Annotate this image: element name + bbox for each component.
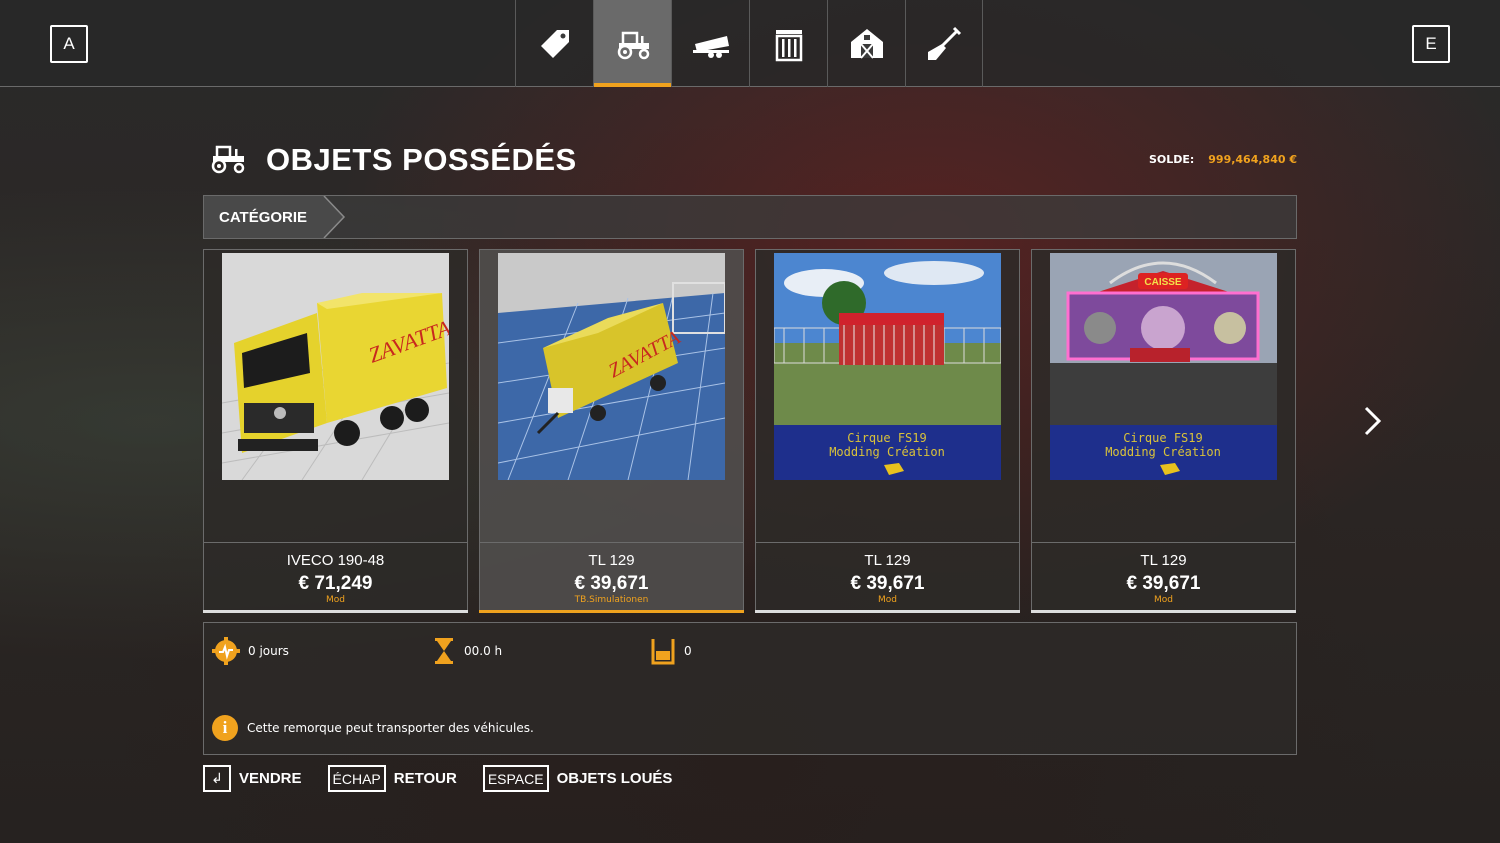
item-price: € 71,249 bbox=[298, 573, 373, 594]
age-stat: 0 jours bbox=[212, 637, 289, 665]
owned-items-list: ZAVATTA IVECO 190-48 € 71,249 Mod ZAVATT… bbox=[203, 249, 1296, 613]
back-label: RETOUR bbox=[393, 770, 457, 787]
shovel-icon bbox=[928, 26, 962, 60]
tab-vehicles[interactable] bbox=[593, 0, 671, 87]
next-page-key[interactable]: E bbox=[1412, 25, 1450, 63]
balance-value: 999,464,840 € bbox=[1208, 153, 1297, 166]
page-header: OBJETS POSSÉDÉS bbox=[208, 142, 577, 178]
item-price: € 39,671 bbox=[574, 573, 649, 594]
banner-line1: Cirque FS19 bbox=[847, 431, 926, 445]
trailer-icon bbox=[692, 35, 729, 58]
item-name: TL 129 bbox=[588, 552, 635, 569]
item-info: TL 129 € 39,671 Mod bbox=[1032, 542, 1295, 612]
item-source: Mod bbox=[326, 595, 345, 605]
item-source: Mod bbox=[878, 595, 897, 605]
page-title: OBJETS POSSÉDÉS bbox=[266, 142, 577, 177]
chevron-right-icon[interactable] bbox=[1362, 405, 1384, 437]
space-key: ESPACE bbox=[482, 765, 549, 792]
fill-level-icon bbox=[651, 639, 675, 665]
prev-page-key[interactable]: A bbox=[50, 25, 88, 63]
item-card[interactable]: CAISSE Cirque FS19 Modding Création TL 1… bbox=[1031, 249, 1296, 613]
item-name: IVECO 190-48 bbox=[286, 552, 385, 569]
sell-label: VENDRE bbox=[239, 770, 302, 787]
item-info: TL 129 € 39,671 TB.Simulationen bbox=[480, 542, 743, 612]
age-value: 0 jours bbox=[248, 644, 289, 658]
price-tag-icon bbox=[540, 29, 569, 58]
leased-items-button[interactable]: ESPACE OBJETS LOUÉS bbox=[482, 765, 673, 792]
operating-hours-stat: 00.0 h bbox=[432, 637, 502, 665]
item-price: € 39,671 bbox=[850, 573, 925, 594]
gear-icon bbox=[212, 637, 240, 665]
card-underline bbox=[755, 610, 1020, 613]
enter-key: ↲ bbox=[203, 765, 231, 792]
yellow-trailer-image: ZAVATTA bbox=[498, 253, 725, 480]
circus-facade-image: CAISSE Cirque FS19 Modding Création bbox=[1050, 253, 1277, 480]
back-button[interactable]: ÉCHAP RETOUR bbox=[327, 765, 457, 792]
card-underline bbox=[203, 610, 468, 613]
info-icon: i bbox=[212, 715, 238, 741]
yellow-truck-image: ZAVATTA bbox=[222, 253, 449, 480]
menu-tabs bbox=[515, 0, 983, 87]
top-menu-bar: A E bbox=[0, 0, 1500, 87]
escape-key: ÉCHAP bbox=[327, 765, 386, 792]
facade-sign: CAISSE bbox=[1144, 277, 1182, 288]
tab-buildings[interactable] bbox=[827, 0, 905, 87]
item-price: € 39,671 bbox=[1126, 573, 1201, 594]
hourglass-icon bbox=[435, 638, 453, 664]
tab-storage[interactable] bbox=[749, 0, 827, 87]
barn-icon bbox=[850, 28, 883, 59]
tab-trailers[interactable] bbox=[671, 0, 749, 87]
hours-value: 00.0 h bbox=[464, 644, 503, 658]
info-note-text: Cette remorque peut transporter des véhi… bbox=[247, 721, 534, 735]
banner-line2: Modding Création bbox=[829, 445, 945, 459]
item-info: TL 129 € 39,671 Mod bbox=[756, 542, 1019, 612]
card-underline bbox=[1031, 610, 1296, 613]
item-details-panel: 0 jours 00.0 h 0 i Cette remorque peut t… bbox=[203, 622, 1297, 755]
banner-line2: Modding Création bbox=[1105, 445, 1221, 459]
category-selector[interactable]: CATÉGORIE bbox=[204, 196, 324, 238]
tab-tools[interactable] bbox=[905, 0, 983, 87]
leased-items-label: OBJETS LOUÉS bbox=[556, 770, 673, 787]
action-bar: ↲ VENDRE ÉCHAP RETOUR ESPACE OBJETS LOUÉ… bbox=[203, 765, 698, 792]
circus-cages-image: Cirque FS19 Modding Création bbox=[774, 253, 1001, 480]
item-card[interactable]: ZAVATTA IVECO 190-48 € 71,249 Mod bbox=[203, 249, 468, 613]
balance-display: SOLDE: 999,464,840 € bbox=[1149, 153, 1297, 166]
banner-line1: Cirque FS19 bbox=[1123, 431, 1202, 445]
item-source: Mod bbox=[1154, 595, 1173, 605]
balance-label: SOLDE: bbox=[1148, 153, 1195, 166]
card-underline bbox=[479, 610, 744, 613]
item-card[interactable]: Cirque FS19 Modding Création TL 129 € 39… bbox=[755, 249, 1020, 613]
tractor-icon bbox=[617, 31, 649, 59]
fill-level-stat: 0 bbox=[650, 637, 692, 665]
chevron-right-icon bbox=[323, 196, 346, 238]
item-name: TL 129 bbox=[864, 552, 911, 569]
item-card[interactable]: ZAVATTA TL 129 € 39,671 TB.Simulationen bbox=[479, 249, 744, 613]
tab-shop-prices[interactable] bbox=[515, 0, 593, 87]
fill-value: 0 bbox=[684, 644, 692, 658]
tractor-icon bbox=[211, 145, 245, 174]
category-bar: CATÉGORIE bbox=[203, 195, 1297, 239]
sell-button[interactable]: ↲ VENDRE bbox=[203, 765, 302, 792]
item-name: TL 129 bbox=[1140, 552, 1187, 569]
item-source: TB.Simulationen bbox=[574, 595, 649, 605]
shed-icon bbox=[775, 29, 802, 61]
info-note: i Cette remorque peut transporter des vé… bbox=[212, 715, 534, 741]
item-info: IVECO 190-48 € 71,249 Mod bbox=[204, 542, 467, 612]
